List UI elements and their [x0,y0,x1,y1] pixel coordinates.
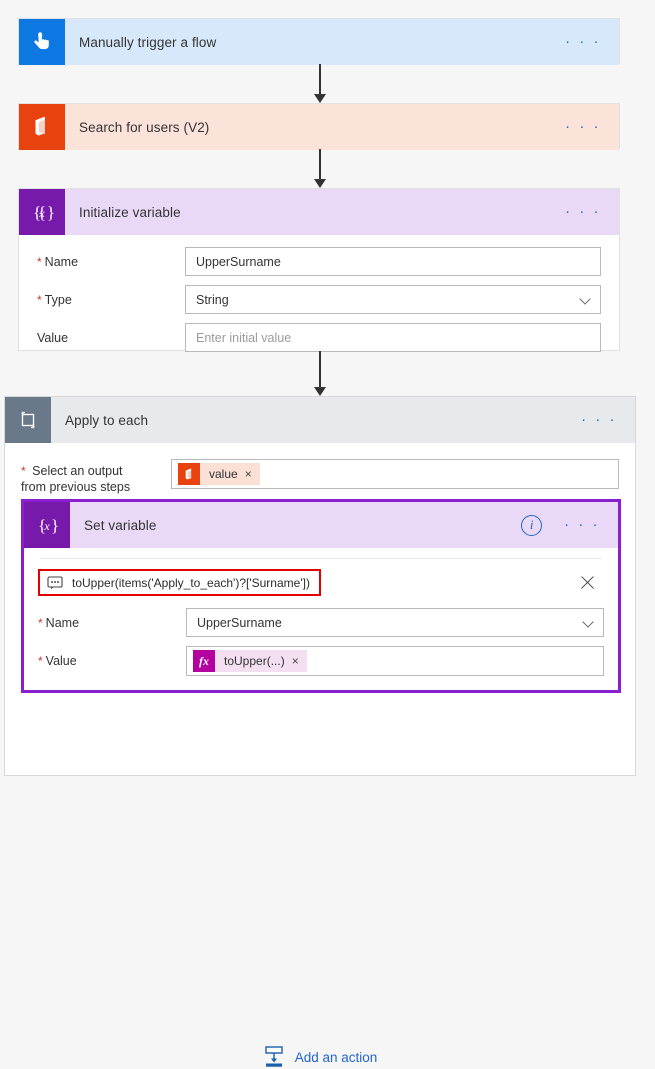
connector-arrow [314,149,326,188]
card-menu-button[interactable]: · · · [556,517,618,532]
token-value[interactable]: value × [178,463,260,485]
card-header[interactable]: { x } { Initialize variable · · · [19,189,619,235]
connector-arrow [314,351,326,396]
name-dropdown-value: UpperSurname [197,615,282,630]
form-row-name: Name UpperSurname [37,247,601,276]
card-body: Name UpperSurname Type String Value Ente… [19,235,619,366]
select-output-label-line2: from previous steps [21,480,131,494]
form-row-name: Name UpperSurname [38,608,604,637]
flow-designer-canvas: Manually trigger a flow · · · Search for… [0,0,655,1067]
svg-text:}: } [47,203,55,222]
token-expression[interactable]: fx toUpper(...) × [193,650,307,672]
card-title: Initialize variable [79,204,181,220]
card-header[interactable]: Manually trigger a flow · · · [19,19,619,65]
flow-card-apply-to-each[interactable]: Apply to each · · · Select an output fro… [4,396,636,1067]
card-header[interactable]: Apply to each · · · [5,397,635,443]
card-body: Select an output from previous steps val… [5,443,635,495]
chevron-down-icon [584,617,595,628]
select-output-field[interactable]: value × [171,459,619,489]
add-action-icon [263,1045,285,1069]
card-menu-button[interactable]: · · · [557,204,619,219]
comment-bubble-icon [47,575,63,590]
chevron-down-icon [581,294,592,305]
card-menu-button[interactable]: · · · [573,412,635,427]
select-output-label-line1: Select an output [32,464,123,478]
field-label-type: Type [37,293,185,307]
remove-token-icon[interactable]: × [292,654,307,668]
variable-braces-icon: { x } { [19,189,65,235]
expression-callout-row: toUpper(items('Apply_to_each')?['Surname… [38,569,604,596]
field-label-name: Name [38,616,186,630]
touch-tap-icon [19,19,65,65]
remove-token-icon[interactable]: × [245,467,260,481]
card-header[interactable]: Search for users (V2) · · · [19,104,619,150]
info-circle-icon[interactable]: i [521,514,543,536]
card-menu-button[interactable]: · · · [557,34,619,49]
card-title: Manually trigger a flow [79,34,217,50]
expression-callout[interactable]: toUpper(items('Apply_to_each')?['Surname… [38,569,321,596]
card-header[interactable]: { x } Set variable i · · · [24,502,618,548]
card-menu-button[interactable]: · · · [557,119,619,134]
add-action-label: Add an action [294,1049,378,1065]
card-title: Search for users (V2) [79,119,210,135]
form-row-type: Type String [37,285,601,314]
name-input[interactable]: UpperSurname [185,247,601,276]
card-body: toUpper(items('Apply_to_each')?['Surname… [24,548,618,690]
svg-text:{: { [33,203,41,222]
card-title: Set variable [84,517,157,533]
fx-icon: fx [193,650,215,672]
field-label-name: Name [37,255,185,269]
card-title: Apply to each [65,412,149,428]
type-dropdown-value: String [196,292,229,307]
flow-card-initialize-variable[interactable]: { x } { Initialize variable · · · Name U… [18,188,620,352]
token-label: toUpper(...) [224,654,285,668]
office-365-icon [178,463,200,485]
flow-card-search-for-users[interactable]: Search for users (V2) · · · [18,103,620,150]
form-row-value: Value Enter initial value [37,323,601,352]
name-dropdown[interactable]: UpperSurname [186,608,604,637]
form-row-value: Value fx toUpper(...) × [38,646,604,676]
field-label-value: Value [38,654,186,668]
connector-arrow [314,64,326,103]
value-input[interactable]: Enter initial value [185,323,601,352]
close-icon[interactable] [579,574,596,591]
type-dropdown[interactable]: String [185,285,601,314]
form-row-select-output: Select an output from previous steps val… [21,459,619,495]
svg-text:x: x [43,519,50,533]
svg-text:}: } [51,516,59,535]
add-an-action-button[interactable]: Add an action [5,1045,635,1069]
flow-card-manually-trigger-a-flow[interactable]: Manually trigger a flow · · · [18,18,620,65]
loop-icon [5,397,51,443]
field-label-value: Value [37,330,69,345]
flow-card-set-variable[interactable]: { x } Set variable i · · · toUpper(items… [21,499,621,693]
field-label-select-output: Select an output from previous steps [21,459,171,495]
office-365-icon [19,104,65,150]
value-field[interactable]: fx toUpper(...) × [186,646,604,676]
expression-text: toUpper(items('Apply_to_each')?['Surname… [72,575,310,590]
divider [40,558,602,559]
variable-braces-icon: { x } [24,502,70,548]
token-label: value [209,467,238,481]
